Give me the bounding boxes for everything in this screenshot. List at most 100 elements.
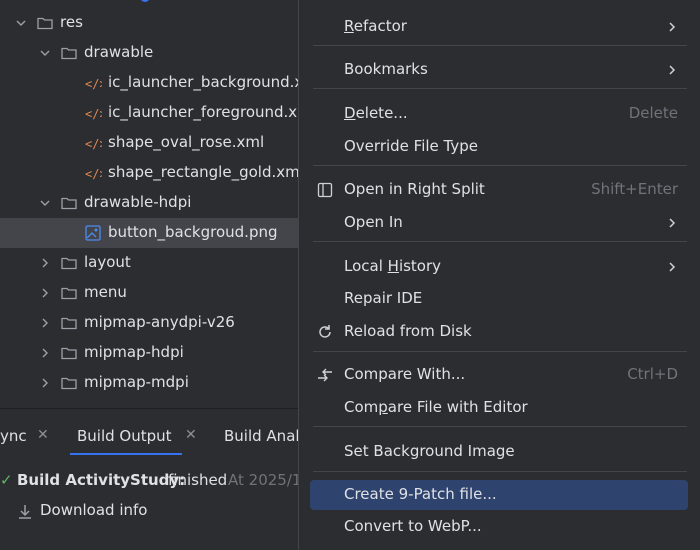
submenu-arrow-icon <box>669 218 676 228</box>
tree-row[interactable]: </> shape_rectangle_gold.xml <box>0 158 300 188</box>
tab-build-output[interactable]: Build Output <box>77 427 172 447</box>
shortcut-label: Ctrl+D <box>627 365 678 383</box>
tree-row[interactable]: drawable-hdpi <box>0 188 300 218</box>
tree-row-label: layout <box>84 253 131 271</box>
menu-label: Bookmarks <box>344 60 428 78</box>
compare-editor-label-post: are File with Editor <box>387 398 528 416</box>
menu-label: Create 9-Patch file... <box>344 485 497 503</box>
tree-row[interactable]: layout <box>0 248 300 278</box>
close-icon[interactable]: ✕ <box>185 427 197 443</box>
tree-row-label: shape_oval_rose.xml <box>108 133 265 151</box>
chevron-down-icon[interactable] <box>38 46 52 60</box>
submenu-arrow-icon <box>669 262 676 272</box>
compare-icon <box>316 366 334 384</box>
folder-icon <box>36 14 54 32</box>
menu-item-convert-to-webp[interactable]: Convert to WebP... <box>310 512 688 542</box>
local-history-label-post: istory <box>398 257 442 275</box>
menu-separator <box>313 165 687 166</box>
menu-label: Compare File with Editor <box>344 398 528 416</box>
reload-icon <box>316 323 334 341</box>
submenu-arrow-icon <box>669 22 676 32</box>
folder-icon <box>60 254 78 272</box>
menu-item-set-background-image[interactable]: Set Background Image <box>310 437 688 467</box>
tree-row[interactable]: menu <box>0 278 300 308</box>
tree-row[interactable]: mipmap-anydpi-v26 <box>0 308 300 338</box>
tree-row[interactable]: mipmap-mdpi <box>0 368 300 398</box>
folder-icon <box>60 344 78 362</box>
tab-sync[interactable]: ync <box>0 427 27 447</box>
tree-row[interactable]: mipmap-hdpi <box>0 338 300 368</box>
menu-item-delete[interactable]: Delete... Delete <box>310 99 688 129</box>
menu-label: Override File Type <box>344 137 478 155</box>
build-tool-window: ync ✕ Build Output ✕ Build Analy ✓ Build… <box>0 408 308 532</box>
menu-label: Compare With... <box>344 365 466 383</box>
menu-item-override-file-type[interactable]: Override File Type <box>310 132 688 162</box>
menu-label: Repair IDE <box>344 289 423 307</box>
chevron-right-icon[interactable] <box>38 346 52 360</box>
menu-label: Open In <box>344 213 403 231</box>
tree-row-label: button_backgroud.png <box>108 223 278 241</box>
chevron-right-icon[interactable] <box>38 256 52 270</box>
menu-item-open-right-split[interactable]: Open in Right Split Shift+Enter <box>310 175 688 205</box>
chevron-right-icon[interactable] <box>38 316 52 330</box>
tree-row[interactable]: </> ic_launcher_background.xml <box>0 68 300 98</box>
folder-icon <box>60 374 78 392</box>
menu-label: Delete... <box>344 104 408 122</box>
download-info-label: Download info <box>40 501 148 519</box>
tree-row-label: ic_launcher_foreground.xml <box>108 103 300 121</box>
project-tree: res drawable </> ic_launcher_background.xml… <box>0 0 300 408</box>
menu-item-repair-ide[interactable]: Repair IDE <box>310 284 688 314</box>
xml-file-icon: </> <box>84 164 102 182</box>
folder-icon <box>60 44 78 62</box>
tree-row[interactable]: </> ic_launcher_foreground.xml <box>0 98 300 128</box>
tree-row-label: menu <box>84 283 127 301</box>
tab-build-analyzer[interactable]: Build Analy <box>224 427 308 447</box>
menu-label: Refactor <box>344 17 407 35</box>
svg-text:</>: </> <box>85 137 102 151</box>
build-title: Build ActivityStudy: <box>17 471 186 489</box>
menu-label: Set Background Image <box>344 442 515 460</box>
tree-row-label: mipmap-hdpi <box>84 343 184 361</box>
xml-file-icon: </> <box>84 104 102 122</box>
svg-text:</>: </> <box>85 77 102 91</box>
checkmark-icon: ✓ <box>0 471 13 489</box>
chevron-right-icon[interactable] <box>38 376 52 390</box>
menu-separator <box>313 351 687 352</box>
menu-separator <box>313 471 687 472</box>
menu-separator <box>313 45 687 46</box>
build-status: finished <box>168 471 228 489</box>
tree-partial-top <box>140 0 150 2</box>
tree-row[interactable]: res <box>0 8 300 38</box>
context-menu: Refactor Bookmarks Delete... Delete Over… <box>298 0 700 550</box>
tree-row-label: drawable <box>84 43 154 61</box>
delete-label-rest: elete... <box>355 104 408 122</box>
chevron-down-icon[interactable] <box>14 16 28 30</box>
menu-label: Reload from Disk <box>344 322 472 340</box>
menu-item-create-9-patch[interactable]: Create 9-Patch file... <box>310 480 688 510</box>
shortcut-label: Delete <box>628 104 678 122</box>
tree-row[interactable]: button_backgroud.png <box>0 218 300 248</box>
tree-row[interactable]: drawable <box>0 38 300 68</box>
menu-item-open-in[interactable]: Open In <box>310 208 688 238</box>
tree-row-label: mipmap-anydpi-v26 <box>84 313 235 331</box>
menu-item-compare-with-editor[interactable]: Compare File with Editor <box>310 393 688 423</box>
menu-separator <box>313 241 687 242</box>
folder-icon <box>60 194 78 212</box>
chevron-down-icon[interactable] <box>38 196 52 210</box>
chevron-right-icon[interactable] <box>38 286 52 300</box>
mnemonic: p <box>378 398 388 416</box>
menu-item-reload-from-disk[interactable]: Reload from Disk <box>310 317 688 347</box>
active-tab-indicator <box>70 453 182 455</box>
split-icon <box>316 181 334 199</box>
shortcut-label: Shift+Enter <box>591 180 678 198</box>
compare-editor-label-pre: Com <box>344 398 379 416</box>
menu-item-bookmarks[interactable]: Bookmarks <box>310 55 688 85</box>
close-icon[interactable]: ✕ <box>37 427 49 443</box>
menu-item-compare-with[interactable]: Compare With... Ctrl+D <box>310 360 688 390</box>
menu-item-local-history[interactable]: Local History <box>310 252 688 282</box>
menu-item-refactor[interactable]: Refactor <box>310 12 688 42</box>
image-file-icon <box>84 224 102 242</box>
xml-file-icon: </> <box>84 74 102 92</box>
tree-row[interactable]: </> shape_oval_rose.xml <box>0 128 300 158</box>
submenu-arrow-icon <box>669 65 676 75</box>
